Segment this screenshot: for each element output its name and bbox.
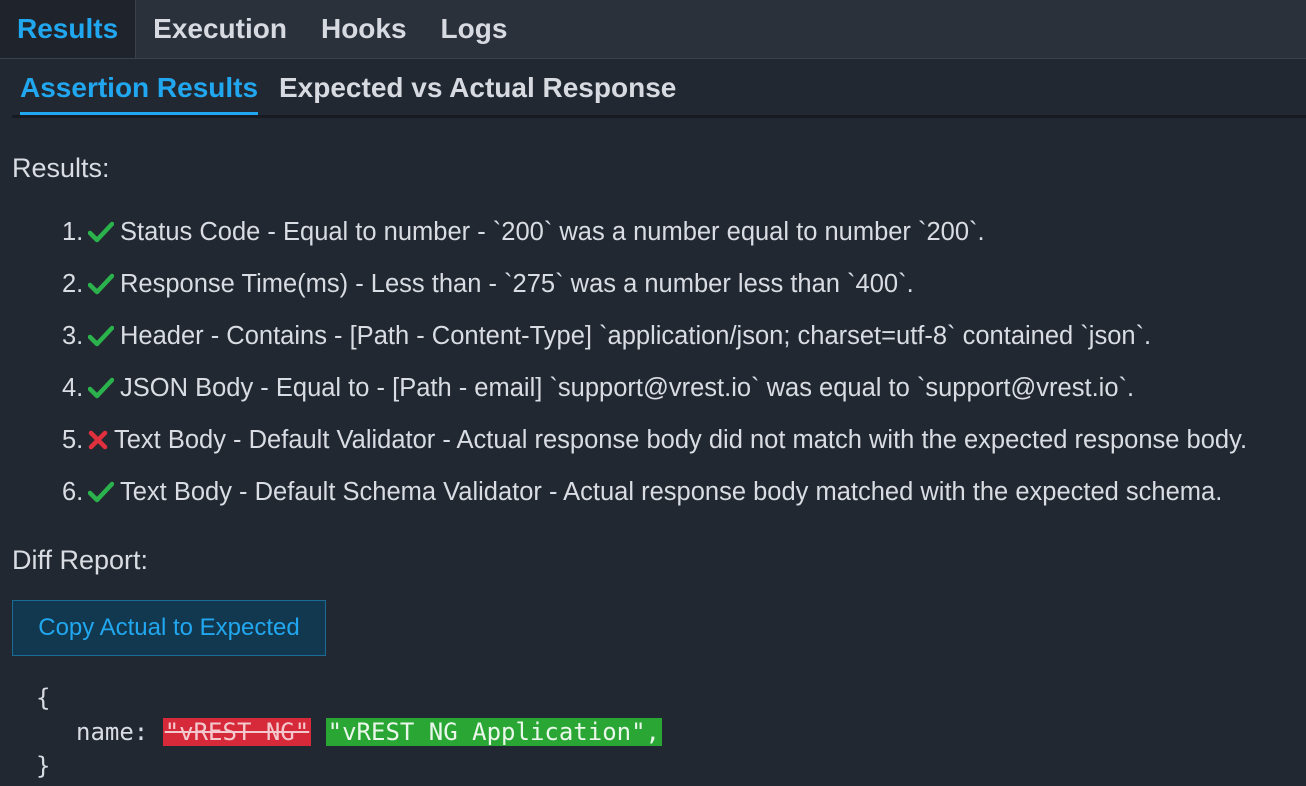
cross-icon bbox=[88, 430, 108, 450]
diff-removed-value: "vREST NG" bbox=[162, 718, 312, 746]
result-number: 4. bbox=[62, 373, 84, 402]
result-number: 6. bbox=[62, 477, 84, 506]
diff-view: { name: "vREST NG" "vREST NG Application… bbox=[36, 680, 662, 782]
top-tab-bar: Results Execution Hooks Logs bbox=[0, 0, 1306, 59]
result-number: 1. bbox=[62, 217, 84, 246]
result-number: 3. bbox=[62, 321, 84, 350]
result-text: JSON Body - Equal to - [Path - email] `s… bbox=[120, 373, 1135, 402]
check-icon bbox=[88, 325, 114, 347]
subtab-expected-vs-actual[interactable]: Expected vs Actual Response bbox=[279, 72, 676, 115]
tab-logs[interactable]: Logs bbox=[424, 0, 525, 58]
result-item: 2. Response Time(ms) - Less than - `275` … bbox=[62, 258, 1247, 310]
tab-results[interactable]: Results bbox=[0, 0, 137, 58]
tab-hooks[interactable]: Hooks bbox=[304, 0, 424, 58]
subtab-assertion-results[interactable]: Assertion Results bbox=[20, 72, 259, 115]
assertion-results-list: 1. Status Code - Equal to number - `200` … bbox=[62, 206, 1247, 518]
diff-report-heading: Diff Report: bbox=[12, 545, 149, 575]
result-text: Text Body - Default Schema Validator - A… bbox=[120, 477, 1223, 506]
result-item: 6. Text Body - Default Schema Validator -… bbox=[62, 466, 1247, 518]
diff-close-brace: } bbox=[36, 752, 51, 780]
result-text: Status Code - Equal to number - `200` wa… bbox=[120, 217, 985, 246]
results-heading: Results: bbox=[12, 153, 110, 183]
check-icon bbox=[88, 481, 114, 503]
result-text: Text Body - Default Validator - Actual r… bbox=[114, 425, 1248, 454]
diff-line: name: "vREST NG" "vREST NG Application", bbox=[36, 714, 662, 748]
diff-added-value: "vREST NG Application", bbox=[325, 718, 662, 746]
result-item: 5. Text Body - Default Validator - Actual… bbox=[62, 414, 1247, 466]
copy-actual-to-expected-button[interactable]: Copy Actual to Expected bbox=[12, 600, 326, 656]
check-icon bbox=[88, 377, 114, 399]
result-item: 1. Status Code - Equal to number - `200` … bbox=[62, 206, 1247, 258]
result-text: Header - Contains - [Path - Content-Type… bbox=[120, 321, 1152, 350]
result-item: 3. Header - Contains - [Path - Content-Ty… bbox=[62, 310, 1247, 362]
result-text: Response Time(ms) - Less than - `275` wa… bbox=[120, 269, 914, 298]
tab-execution[interactable]: Execution bbox=[136, 0, 304, 58]
result-item: 4. JSON Body - Equal to - [Path - email] … bbox=[62, 362, 1247, 414]
result-number: 5. bbox=[62, 425, 84, 454]
result-number: 2. bbox=[62, 269, 84, 298]
diff-open-brace: { bbox=[36, 684, 51, 712]
check-icon bbox=[88, 273, 114, 295]
diff-key: name: bbox=[76, 718, 149, 746]
check-icon bbox=[88, 221, 114, 243]
results-subtab-bar: Assertion Results Expected vs Actual Res… bbox=[12, 58, 1306, 118]
